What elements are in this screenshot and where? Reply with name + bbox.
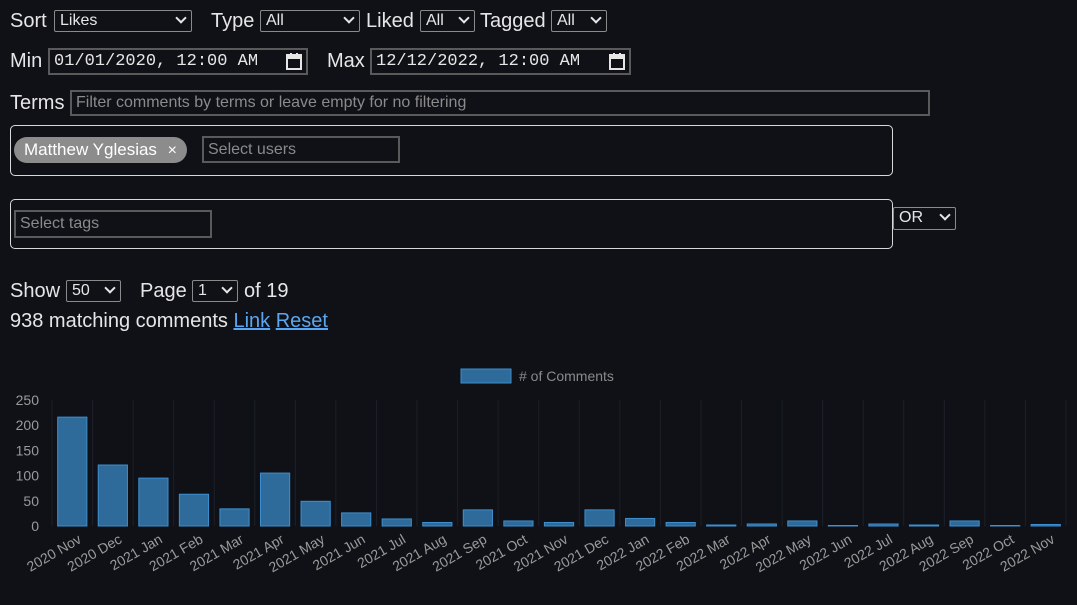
legend-label: # of Comments <box>519 368 614 384</box>
users-input[interactable]: Select users <box>202 136 400 163</box>
sort-select-value: Likes <box>60 12 98 29</box>
sort-select[interactable]: Likes <box>54 10 192 32</box>
tagged-label: Tagged <box>480 10 546 32</box>
tagged-select[interactable]: All <box>551 10 607 32</box>
remove-user-icon[interactable]: × <box>168 142 177 159</box>
bar-2021-nov[interactable] <box>543 521 575 527</box>
bar-2020-nov[interactable] <box>57 416 88 527</box>
y-tick-label: 100 <box>16 468 40 484</box>
match-row: 938 matching comments Link Reset <box>10 310 328 332</box>
bar-2021-jan[interactable] <box>138 477 169 527</box>
bar-2021-jul[interactable] <box>381 518 412 527</box>
chevron-down-icon <box>343 12 355 24</box>
matching-count: 938 matching comments <box>10 310 228 332</box>
bar-2022-jan[interactable] <box>625 517 656 527</box>
legend-swatch <box>460 368 512 384</box>
user-chip-label: Matthew Yglesias <box>24 140 157 159</box>
tags-mode-value: OR <box>899 209 923 226</box>
calendar-icon[interactable] <box>609 53 625 70</box>
liked-select[interactable]: All <box>420 10 475 32</box>
chevron-down-icon <box>175 12 187 24</box>
terms-placeholder: Filter comments by terms or leave empty … <box>76 94 467 111</box>
max-date-value: 12/12/2022, 12:00 AM <box>376 52 581 71</box>
y-tick-label: 200 <box>16 417 40 433</box>
bar-2022-nov[interactable] <box>1030 523 1061 527</box>
bar-2021-apr[interactable] <box>259 472 291 527</box>
bar-2022-feb[interactable] <box>665 521 696 527</box>
users-placeholder: Select users <box>208 141 297 158</box>
bar-2021-dec[interactable] <box>584 509 615 527</box>
chevron-down-icon <box>104 282 116 294</box>
show-select-value: 50 <box>72 282 90 299</box>
show-label: Show <box>10 280 61 302</box>
tagged-select-value: All <box>557 12 575 29</box>
bar-2022-may[interactable] <box>787 520 818 527</box>
type-select-value: All <box>266 12 284 29</box>
bar-2022-apr[interactable] <box>746 523 777 527</box>
reset-link[interactable]: Reset <box>276 310 328 332</box>
terms-label: Terms <box>10 92 65 114</box>
y-tick-label: 150 <box>16 442 40 458</box>
show-select[interactable]: 50 <box>66 280 121 302</box>
page-total: of 19 <box>244 280 289 302</box>
tags-mode-select[interactable]: OR <box>893 207 956 230</box>
type-label: Type <box>211 10 255 32</box>
bar-2022-mar[interactable] <box>706 524 737 527</box>
bar-2022-sep[interactable] <box>949 520 980 527</box>
liked-select-value: All <box>426 12 444 29</box>
bar-2021-jun[interactable] <box>341 512 372 527</box>
link-link[interactable]: Link <box>233 310 270 332</box>
max-label: Max <box>327 50 365 72</box>
page-select-value: 1 <box>198 282 207 299</box>
chevron-down-icon <box>939 209 951 221</box>
bar-2021-mar[interactable] <box>219 508 250 527</box>
y-tick-label: 0 <box>31 518 39 534</box>
chevron-down-icon <box>590 12 602 24</box>
bar-2022-jul[interactable] <box>868 523 899 527</box>
tags-placeholder: Select tags <box>20 215 100 232</box>
bar-2021-may[interactable] <box>300 500 331 527</box>
page-label: Page <box>140 280 187 302</box>
y-tick-label: 50 <box>23 493 39 509</box>
comments-bar-chart: # of Comments 050100150200250 2020 Nov20… <box>16 368 1067 575</box>
chart-legend[interactable]: # of Comments <box>460 368 614 384</box>
min-label: Min <box>10 50 43 72</box>
liked-label: Liked <box>366 10 414 32</box>
bar-2021-aug[interactable] <box>422 521 453 527</box>
type-select[interactable]: All <box>260 10 360 32</box>
y-tick-label: 250 <box>16 392 40 408</box>
bar-2020-dec[interactable] <box>97 464 128 527</box>
bar-2021-sep[interactable] <box>462 509 493 527</box>
chevron-down-icon <box>221 282 233 294</box>
min-date-input[interactable]: 01/01/2020, 12:00 AM <box>48 48 308 75</box>
tags-input[interactable]: Select tags <box>14 210 212 238</box>
min-date-value: 01/01/2020, 12:00 AM <box>54 52 259 71</box>
bar-2021-oct[interactable] <box>503 520 534 527</box>
bar-2021-feb[interactable] <box>178 493 210 527</box>
bar-2022-jun[interactable] <box>827 525 859 527</box>
sort-label: Sort <box>10 10 47 32</box>
calendar-icon[interactable] <box>286 53 302 70</box>
page-select[interactable]: 1 <box>192 280 238 302</box>
chevron-down-icon <box>458 12 470 24</box>
bar-2022-aug[interactable] <box>908 524 940 527</box>
bar-2022-oct[interactable] <box>990 525 1021 527</box>
max-date-input[interactable]: 12/12/2022, 12:00 AM <box>370 48 631 75</box>
terms-input[interactable]: Filter comments by terms or leave empty … <box>70 90 930 116</box>
user-chip: Matthew Yglesias × <box>14 137 187 163</box>
